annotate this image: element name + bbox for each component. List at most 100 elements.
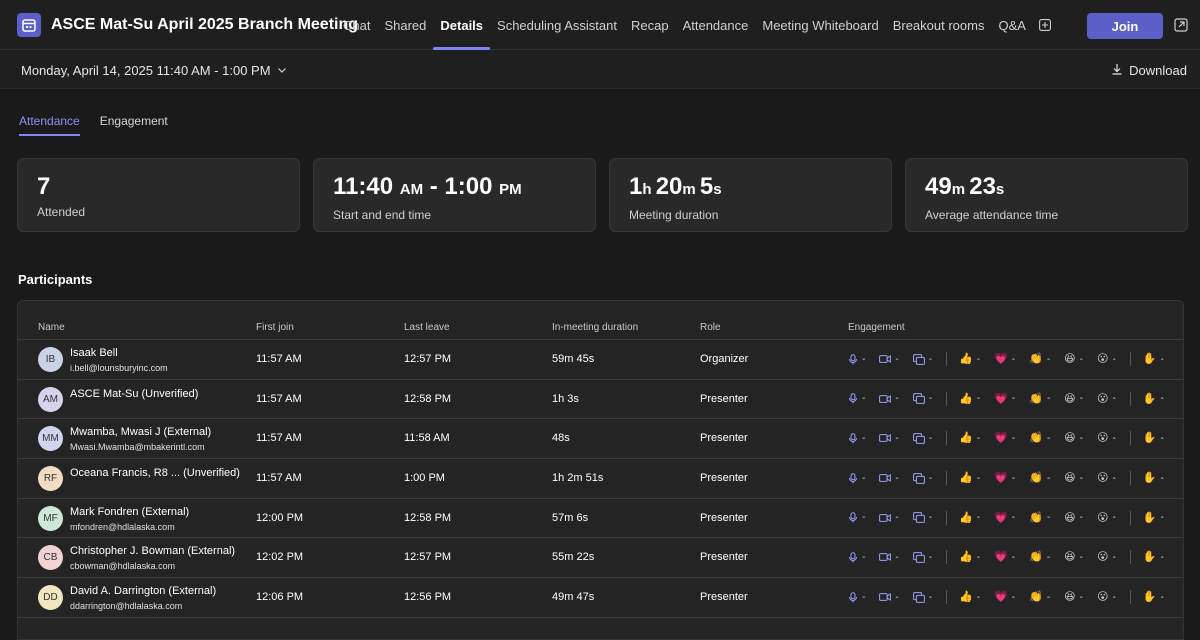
engagement-item: - <box>848 552 865 563</box>
participants-table: Name First join Last leave In-meeting durat… <box>17 300 1184 640</box>
engagement-count: - <box>862 393 866 405</box>
engagement-count: - <box>928 551 933 563</box>
table-header: Name First join Last leave In-meeting durat… <box>18 301 1183 340</box>
engagement-item: 💗 - <box>994 472 1015 484</box>
engagement-count: - <box>976 432 981 444</box>
engagement-item: 👏 - <box>1029 591 1050 603</box>
popout-icon[interactable] <box>1174 18 1188 32</box>
engagement-count: - <box>895 353 899 365</box>
screen-share-icon <box>912 393 925 405</box>
engagement-count: - <box>1011 353 1016 365</box>
engagement-cell: - - - 👍 - 💗 - 👏 - 😆 - 😮 - ✋ - <box>848 510 1178 525</box>
engagement-divider <box>946 391 948 406</box>
engagement-item: 😮 - <box>1097 472 1116 484</box>
table-row: IB Isaak Bell i.bell@lounsburyinc.com 11:57… <box>18 340 1183 380</box>
laugh-icon: 😆 <box>1064 591 1076 604</box>
tab-shared[interactable]: Shared <box>377 0 433 50</box>
engagement-divider <box>946 590 948 605</box>
engagement-count: - <box>1079 432 1083 444</box>
engagement-item: 💗 - <box>994 551 1015 563</box>
engagement-count: - <box>1046 551 1051 563</box>
mic-icon <box>848 353 858 365</box>
engagement-count: - <box>1079 472 1083 484</box>
details-subtabs: Attendance Engagement <box>19 114 168 136</box>
engagement-count: - <box>862 432 866 444</box>
screen-share-icon <box>912 512 925 524</box>
engagement-item: 😆 - <box>1064 393 1083 405</box>
laugh-icon: 😆 <box>1064 511 1076 524</box>
details-panel: Attendance Engagement 7 Attended 11:40 AM -… <box>0 89 1200 640</box>
clap-icon: 👏 <box>1029 472 1043 485</box>
engagement-divider <box>946 550 948 565</box>
engagement-item: 😮 - <box>1097 353 1116 365</box>
engagement-item: 💗 - <box>994 432 1015 444</box>
heart-icon: 💗 <box>994 551 1008 564</box>
first-join-time: 11:57 AM <box>256 353 302 365</box>
engagement-count: - <box>1112 591 1116 603</box>
engagement-count: - <box>1011 472 1016 484</box>
download-button[interactable]: Download <box>1111 63 1187 78</box>
engagement-count: - <box>895 591 899 603</box>
camera-icon <box>879 473 892 483</box>
card-value-number: 49 <box>925 173 952 200</box>
tab-scheduling-assistant[interactable]: Scheduling Assistant <box>490 0 624 50</box>
tab-meeting-whiteboard[interactable]: Meeting Whiteboard <box>755 0 885 50</box>
summary-cards: 7 Attended 11:40 AM - 1:00 PM Start and end… <box>17 158 1188 232</box>
thumbs-up-icon: 👍 <box>959 353 973 365</box>
download-label: Download <box>1129 63 1187 78</box>
engagement-item: - <box>912 551 933 563</box>
thumbs-up-icon: 👍 <box>959 591 973 604</box>
raise-hand-icon: ✋ <box>1142 353 1157 365</box>
engagement-item: 😆 - <box>1064 432 1083 444</box>
heart-icon: 💗 <box>994 432 1008 445</box>
engagement-count: - <box>862 551 866 563</box>
column-header-first-join: First join <box>256 322 294 333</box>
engagement-item: 💗 - <box>994 591 1015 603</box>
engagement-item: - <box>879 473 899 484</box>
participant-name: ASCE Mat-Su (Unverified) <box>70 387 199 400</box>
tab-q-a[interactable]: Q&A <box>991 0 1032 50</box>
participant-role: Presenter <box>700 432 748 445</box>
in-meeting-duration: 55m 22s <box>552 551 595 564</box>
engagement-item: 👏 - <box>1029 353 1050 365</box>
engagement-item: - <box>879 353 899 365</box>
engagement-item: - <box>848 433 865 444</box>
avatar: CB <box>38 545 63 571</box>
participant-email: ddarrington@hdlalaska.com <box>70 601 183 612</box>
thumbs-up-icon: 👍 <box>959 392 973 405</box>
engagement-count: - <box>895 393 899 405</box>
raise-hand-icon: ✋ <box>1142 392 1157 405</box>
subtab-attendance[interactable]: Attendance <box>19 114 80 136</box>
date-range-selector[interactable]: Monday, April 14, 2025 11:40 AM - 1:00 P… <box>21 63 287 78</box>
tab-details[interactable]: Details <box>433 0 490 50</box>
in-meeting-duration: 59m 45s <box>552 353 595 365</box>
mic-icon <box>848 591 858 603</box>
engagement-item: ✋ - <box>1143 393 1164 405</box>
tab-recap[interactable]: Recap <box>624 0 676 50</box>
tab-chat[interactable]: Chat <box>336 0 377 50</box>
engagement-item: 👍 - <box>959 472 980 484</box>
add-tab-icon[interactable] <box>1033 0 1057 50</box>
tab-attendance[interactable]: Attendance <box>676 0 756 50</box>
raise-hand-icon: ✋ <box>1142 511 1157 524</box>
table-row: DD David A. Darrington (External) ddarring… <box>18 578 1183 618</box>
avatar: MF <box>38 505 63 531</box>
participant-email: mfondren@hdlalaska.com <box>70 521 175 532</box>
first-join-time: 12:00 PM <box>256 511 304 524</box>
surprised-icon: 😮 <box>1096 432 1109 445</box>
raise-hand-icon: ✋ <box>1142 591 1157 604</box>
first-join-time: 12:06 PM <box>256 591 304 604</box>
engagement-divider <box>1129 431 1131 446</box>
participant-name: Christopher J. Bowman (External) <box>70 545 236 558</box>
participant-name: Mwamba, Mwasi J (External) <box>70 426 212 439</box>
tab-breakout-rooms[interactable]: Breakout rooms <box>886 0 992 50</box>
join-button[interactable]: Join <box>1087 13 1163 39</box>
subtab-engagement[interactable]: Engagement <box>100 114 168 136</box>
engagement-item: 👍 - <box>959 551 980 563</box>
screen-share-icon <box>912 591 925 603</box>
screen-share-icon <box>912 432 925 444</box>
laugh-icon: 😆 <box>1064 551 1076 564</box>
card-value-unit: h <box>642 181 656 198</box>
engagement-count: - <box>1112 432 1116 444</box>
participant-name: David A. Darrington (External) <box>70 585 217 598</box>
